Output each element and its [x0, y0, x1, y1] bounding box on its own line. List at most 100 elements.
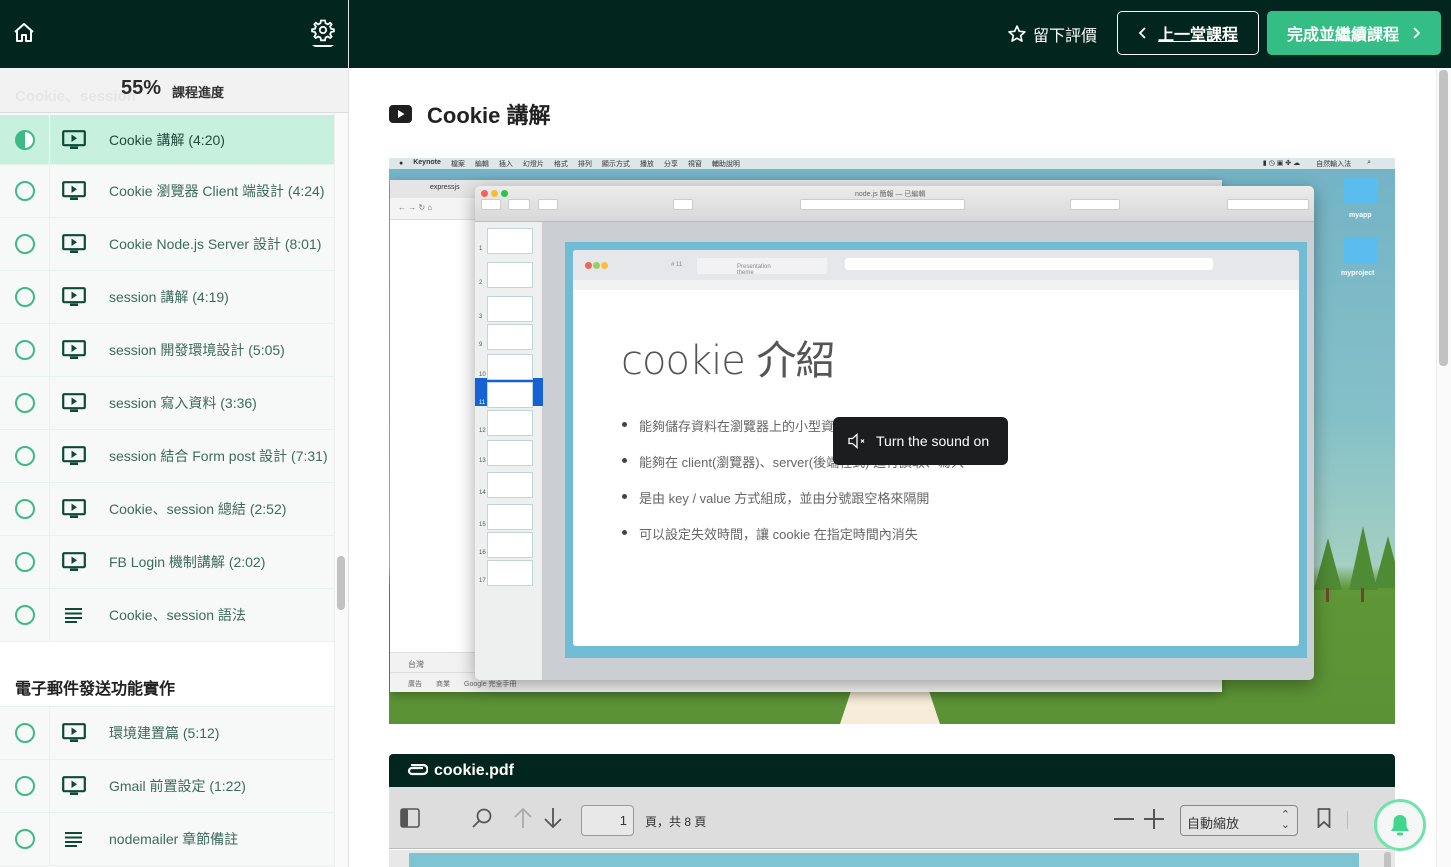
slide-thumbnail-number: 1 — [479, 246, 483, 252]
lesson-status[interactable] — [0, 589, 50, 641]
traffic-light-minimize — [491, 190, 498, 197]
slide-thumbnail — [487, 228, 533, 254]
lesson-status[interactable] — [0, 430, 50, 482]
mac-menubar: ● Keynote 檔案 編輯 插入 幻燈片 格式 排列 顯示方式 播放 分享 視窗 輔助說明 ▮ ◷… — [389, 158, 1395, 169]
circle-icon — [14, 723, 35, 743]
lesson-title: FB Login 機制講解 (2:02) — [109, 554, 266, 570]
complete-and-continue-label: 完成並繼續課程 — [1286, 27, 1399, 44]
traffic-light — [585, 262, 592, 269]
lesson-item[interactable]: Cookie 講解 (4:20) — [0, 113, 334, 165]
traffic-light — [593, 262, 600, 269]
previous-page-icon[interactable] — [513, 807, 533, 829]
lesson-item[interactable]: session 結合 Form post 設計 (7:31) — [0, 430, 334, 483]
menubar-item: 檔案 — [450, 160, 465, 168]
previous-lesson-button[interactable]: 上一堂課程 — [1117, 11, 1259, 55]
slide-thumbnail — [487, 504, 533, 530]
lesson-item[interactable]: FB Login 機制講解 (2:02) — [0, 536, 334, 589]
lesson-item[interactable]: Gmail 前置設定 (1:22) — [0, 760, 334, 813]
bell-icon — [1391, 815, 1409, 836]
lesson-status[interactable] — [0, 218, 50, 270]
gear-icon[interactable] — [310, 18, 336, 48]
menubar-item: 輔助說明 — [711, 160, 740, 168]
lesson-status[interactable] — [0, 377, 50, 429]
slide-thumbnail — [487, 410, 533, 436]
menubar-status-icons: ▮ ◷ ▣ ✤ ☁ 自然輸入法 ⌕ — [1263, 159, 1381, 169]
insert-buttons — [800, 199, 965, 210]
folder-icon — [1344, 178, 1378, 204]
zoom-out-icon[interactable] — [1114, 818, 1134, 821]
home-icon[interactable] — [12, 21, 36, 45]
search-icon[interactable] — [471, 807, 493, 829]
lesson-status[interactable] — [0, 271, 50, 323]
lesson-item[interactable]: session 開發環境設計 (5:05) — [0, 324, 334, 377]
slide-thumbnail — [487, 324, 533, 350]
slide-thumbnail-number: 14 — [479, 490, 486, 496]
main-scrollbar-thumb[interactable] — [1439, 70, 1448, 366]
lesson-item[interactable]: Cookie 瀏覽器 Client 端設計 (4:24) — [0, 165, 334, 218]
add-slide-button — [538, 199, 558, 210]
slide-thumbnail-number: 16 — [479, 550, 486, 556]
lesson-item[interactable]: session 講解 (4:19) — [0, 271, 334, 324]
turn-sound-on-button[interactable]: Turn the sound on — [833, 417, 1008, 465]
input-method-label: 自然輸入法 — [1316, 161, 1352, 168]
page-number-input[interactable] — [581, 805, 634, 836]
slide-thumbnail — [487, 296, 533, 322]
pdf-viewer[interactable] — [389, 850, 1395, 867]
lesson-item[interactable]: Cookie、session 總結 (2:52) — [0, 483, 334, 536]
lesson-item[interactable]: Cookie Node.js Server 設計 (8:01) — [0, 218, 334, 271]
leave-review-button[interactable]: 留下評價 — [1007, 22, 1097, 46]
video-lesson-icon — [62, 723, 86, 743]
menubar-item: 幻燈片 — [522, 160, 544, 168]
lesson-status[interactable] — [0, 707, 50, 759]
lesson-status[interactable] — [0, 536, 50, 588]
video-lesson-icon — [62, 393, 86, 413]
slide-thumbnail — [487, 440, 533, 466]
bookmark-icon[interactable] — [1317, 808, 1331, 828]
slide-thumbnail-number: 12 — [479, 428, 486, 434]
lesson-status[interactable] — [0, 483, 50, 535]
video-lesson-icon — [62, 776, 86, 796]
menubar-item: 顯示方式 — [601, 160, 630, 168]
section-title: 電子郵件發送功能實作 — [0, 642, 334, 707]
lesson-title: session 寫入資料 (3:36) — [109, 395, 257, 411]
lesson-item[interactable]: Cookie、session 語法 — [0, 589, 334, 642]
sidebar-header — [0, 0, 348, 68]
keynote-doc-title: node.js 簡報 — 已編輯 — [855, 191, 926, 198]
lesson-status[interactable] — [0, 165, 50, 217]
next-page-icon[interactable] — [543, 807, 563, 829]
lesson-title: session 講解 (4:19) — [109, 289, 229, 305]
circle-icon — [14, 340, 35, 360]
attachment-header: cookie.pdf — [389, 754, 1395, 787]
menubar-item: 編輯 — [474, 160, 489, 168]
zoom-in-icon[interactable] — [1144, 809, 1164, 829]
zoom-select[interactable]: 自動縮放 ⌃ ⌄ — [1180, 805, 1298, 836]
lesson-list: Cookie 講解 (4:20) Cookie 瀏覽器 Client 端設計 (4… — [0, 113, 334, 866]
lesson-item[interactable]: nodemailer 章節備註 — [0, 813, 334, 866]
menubar-item: 視窗 — [687, 160, 702, 168]
lesson-status[interactable] — [0, 115, 50, 164]
notifications-button[interactable] — [1374, 799, 1426, 851]
pdf-scrollbar[interactable] — [1384, 852, 1391, 867]
slide-address-bar — [845, 258, 1213, 270]
complete-and-continue-button[interactable]: 完成並繼續課程 — [1267, 11, 1441, 55]
lesson-status[interactable] — [0, 324, 50, 376]
sidebar-scrollbar-thumb[interactable] — [337, 556, 345, 610]
lesson-item[interactable]: session 寫入資料 (3:36) — [0, 377, 334, 430]
lesson-item[interactable]: 環境建置篇 (5:12) — [0, 707, 334, 760]
slide-thumbnail-number: 2 — [479, 280, 483, 286]
sidebar-toggle-icon[interactable] — [400, 808, 420, 828]
lesson-status[interactable] — [0, 813, 50, 865]
lecture-content: Cookie 講解 ● Keynote 檔案 編輯 插入 幻燈片 格式 排列 顯示方式 播放 分享… — [349, 68, 1436, 867]
lesson-status[interactable] — [0, 760, 50, 812]
sidebar-scrollbar-track[interactable] — [334, 113, 348, 867]
half-circle-icon — [14, 129, 35, 150]
circle-icon — [14, 605, 35, 625]
slide-heading: cookie 介紹 — [621, 338, 836, 384]
footer-link: 廣告 — [408, 681, 422, 688]
desktop-folder-label: myproject — [1341, 270, 1375, 277]
slide-thumbnail-number: 15 — [479, 522, 486, 528]
video-player[interactable]: ● Keynote 檔案 編輯 插入 幻燈片 格式 排列 顯示方式 播放 分享 視窗 輔助說明 ▮ ◷… — [389, 158, 1395, 724]
video-lesson-icon — [62, 499, 86, 519]
lesson-title: Cookie 講解 (4:20) — [109, 131, 225, 148]
slide-browser-chrome: # 11 Presentation theme — [573, 250, 1299, 290]
